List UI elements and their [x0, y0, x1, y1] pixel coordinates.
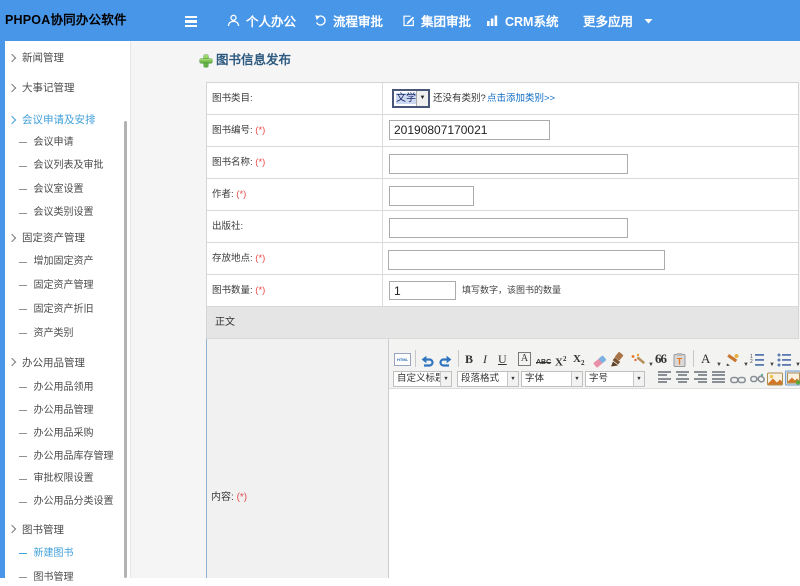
svg-text:T: T: [677, 357, 683, 367]
svg-text:2: 2: [750, 359, 753, 365]
